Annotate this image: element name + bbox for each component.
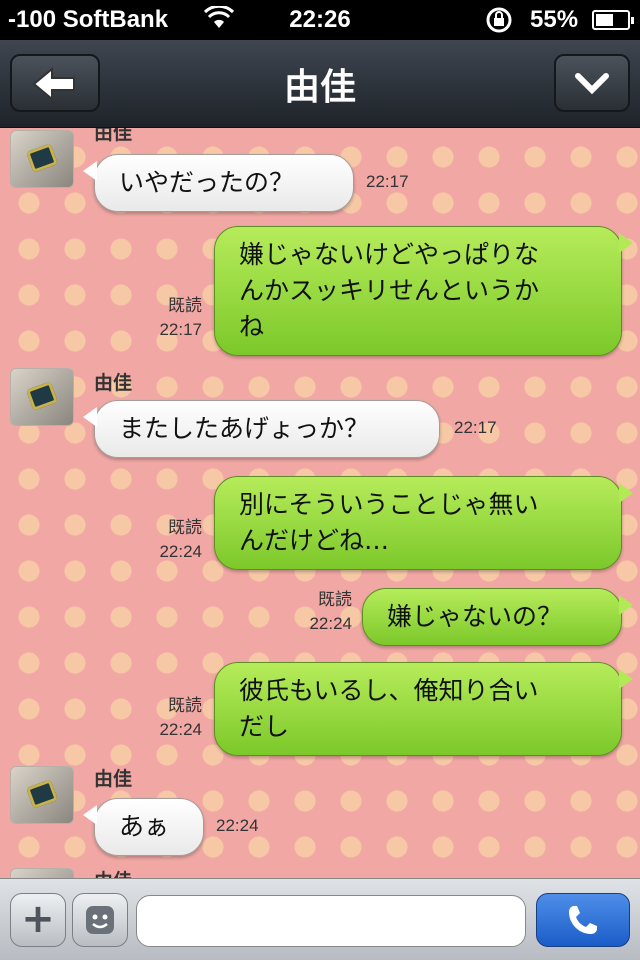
message-line: 彼氏もいるし、俺知り合い [239, 676, 539, 705]
message-line: 嫌じゃないけどやっぱりな [239, 240, 540, 269]
message-input-bar: + [0, 878, 640, 960]
avatar[interactable] [10, 868, 74, 878]
message-bubble[interactable]: 彼氏もいるし、俺知り合い だし [214, 662, 633, 756]
message-meta: 既読 22:24 [130, 694, 202, 742]
message-text: またしたあげょっか？ [119, 414, 370, 443]
message-time: 22:17 [159, 320, 202, 339]
read-receipt: 既読 [318, 590, 352, 609]
message-meta: 既読 22:24 [130, 516, 202, 564]
message-line: 嫌じゃないの？ [387, 602, 563, 631]
message-text: あぁ [119, 812, 170, 841]
phone-icon [569, 906, 597, 934]
sender-name: 由佳 [94, 866, 132, 878]
read-receipt: 既読 [168, 696, 202, 715]
read-receipt: 既読 [168, 296, 202, 315]
message-time: 22:24 [159, 542, 202, 561]
sticker-button[interactable] [72, 893, 128, 947]
avatar[interactable] [10, 130, 74, 188]
message-line: だし [239, 712, 290, 741]
message-time: 22:17 [366, 172, 409, 191]
message-line: 別にそういうことじゃ無い [239, 490, 539, 519]
smiley-icon [86, 906, 114, 934]
add-attachment-button[interactable]: + [10, 893, 66, 947]
message-bubble[interactable]: いやだったの？ [83, 154, 354, 212]
sender-name: 由佳 [94, 372, 133, 394]
message-bubble[interactable]: またしたあげょっか？ [83, 400, 440, 458]
plus-icon: + [21, 896, 55, 942]
message-line: んだけどね… [239, 526, 390, 555]
message-time: 22:24 [309, 614, 352, 633]
sender-name: 由佳 [94, 128, 133, 144]
message-time: 22:17 [454, 418, 497, 437]
message-bubble[interactable]: 嫌じゃないの？ [362, 588, 633, 646]
read-receipt: 既読 [168, 518, 202, 537]
message-bubble[interactable]: 別にそういうことじゃ無い んだけどね… [214, 476, 633, 570]
message-line: んかスッキリせんというか [239, 276, 540, 305]
message-bubble[interactable]: あぁ [83, 798, 204, 856]
battery-fill [596, 14, 613, 26]
battery-percentage: 55% [530, 6, 579, 33]
chat-area[interactable]: 由佳 いやだったの？ 22:17 既読 22:17 嫌じゃないけどやっぱりな ん… [0, 128, 640, 878]
message-line: ね [239, 312, 265, 341]
page-title: 由佳 [283, 67, 356, 108]
battery-icon [592, 10, 634, 30]
message-bubble[interactable]: 嫌じゃないけどやっぱりな んかスッキリせんというか ね [214, 226, 633, 356]
call-button[interactable] [536, 893, 630, 947]
sender-name: 由佳 [94, 768, 133, 790]
chevron-down-icon [575, 73, 609, 95]
message-meta: 既読 22:17 [130, 294, 202, 342]
message-time: 22:24 [216, 816, 259, 835]
avatar[interactable] [10, 368, 74, 426]
navigation-bar: 由佳 [0, 40, 640, 128]
message-meta: 既読 22:24 [280, 588, 352, 636]
menu-button[interactable] [554, 54, 630, 112]
avatar[interactable] [10, 766, 74, 824]
status-bar: -100 SoftBank 22:26 55% [0, 0, 640, 40]
message-input[interactable] [136, 895, 526, 947]
rotation-lock-icon [482, 6, 516, 41]
message-time: 22:24 [159, 720, 202, 739]
message-text: いやだったの？ [119, 168, 295, 197]
